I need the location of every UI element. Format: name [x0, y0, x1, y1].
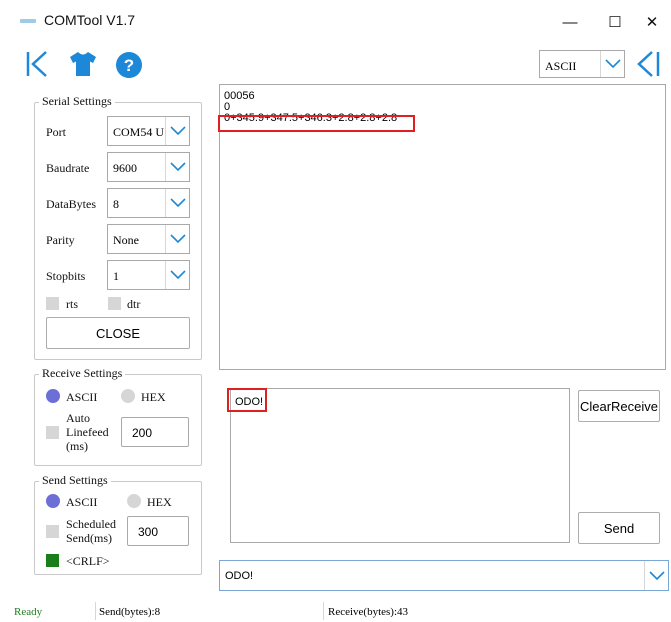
receive-ascii-radio[interactable] — [46, 389, 60, 403]
port-value: COM54 U — [113, 125, 165, 139]
skin-shirt-icon[interactable] — [68, 50, 98, 78]
databytes-select[interactable]: 8 — [107, 188, 190, 218]
chevron-down-icon — [165, 117, 189, 145]
dtr-label: dtr — [127, 297, 141, 311]
receive-ascii-label: ASCII — [66, 390, 98, 404]
autolinefeed-label-3: (ms) — [66, 439, 88, 453]
dtr-checkbox[interactable] — [108, 297, 121, 310]
collapse-right-icon[interactable] — [634, 48, 662, 80]
receive-line: 00056 — [224, 90, 255, 102]
autolinefeed-label-2: Linefeed — [66, 425, 109, 439]
status-ready: Ready — [14, 606, 43, 618]
databytes-value: 8 — [113, 197, 119, 211]
encoding-select[interactable]: ASCII — [539, 50, 625, 78]
window-title: COMTool V1.7 — [44, 12, 136, 28]
chevron-down-icon — [165, 261, 189, 289]
port-select[interactable]: COM54 U — [107, 116, 190, 146]
scheduled-interval-input[interactable]: 300 — [127, 516, 189, 546]
autolinefeed-value: 200 — [132, 426, 153, 440]
stopbits-value: 1 — [113, 269, 119, 283]
scheduled-label-1: Scheduled — [66, 517, 116, 531]
rts-label: rts — [66, 297, 78, 311]
scheduled-interval-value: 300 — [138, 525, 159, 539]
port-label: Port — [46, 125, 67, 139]
receive-settings-title: Receive Settings — [39, 366, 126, 381]
app-logo-icon — [20, 19, 36, 23]
status-divider — [95, 602, 96, 620]
send-button[interactable]: Send — [578, 512, 660, 544]
collapse-left-icon[interactable] — [24, 48, 52, 80]
close-window-button[interactable]: ✕ — [630, 8, 671, 36]
status-divider — [323, 602, 324, 620]
chevron-down-icon — [600, 51, 624, 77]
chevron-down-icon — [165, 153, 189, 181]
send-hex-radio[interactable] — [127, 494, 141, 508]
rts-checkbox[interactable] — [46, 297, 59, 310]
scheduled-label-2: Send(ms) — [66, 531, 112, 545]
status-sent-bytes: Send(bytes):8 — [99, 606, 161, 618]
autolinefeed-label-1: Auto — [66, 411, 90, 425]
crlf-checkbox[interactable] — [46, 554, 59, 567]
parity-label: Parity — [46, 233, 75, 247]
chevron-down-icon — [165, 225, 189, 253]
send-highlight-box — [227, 388, 267, 412]
send-ascii-radio[interactable] — [46, 494, 60, 508]
help-icon[interactable]: ? — [114, 50, 144, 80]
encoding-value: ASCII — [545, 59, 577, 73]
autolinefeed-checkbox[interactable] — [46, 426, 59, 439]
send-history-value: ODO! — [225, 570, 254, 582]
baudrate-value: 9600 — [113, 161, 137, 175]
receive-highlight-box — [218, 115, 415, 132]
autolinefeed-input[interactable]: 200 — [121, 417, 189, 447]
minimize-button[interactable]: — — [548, 8, 592, 36]
send-hex-label: HEX — [147, 495, 172, 509]
parity-select[interactable]: None — [107, 224, 190, 254]
svg-text:?: ? — [124, 56, 134, 75]
crlf-label: <CRLF> — [66, 554, 110, 568]
baudrate-select[interactable]: 9600 — [107, 152, 190, 182]
clear-receive-button[interactable]: ClearReceive — [578, 390, 660, 422]
chevron-down-icon — [644, 561, 668, 590]
receive-hex-label: HEX — [141, 390, 166, 404]
stopbits-select[interactable]: 1 — [107, 260, 190, 290]
baudrate-label: Baudrate — [46, 161, 90, 175]
send-history-select[interactable]: ODO! — [219, 560, 669, 591]
parity-value: None — [113, 233, 139, 247]
send-textarea[interactable] — [230, 388, 570, 543]
serial-settings-title: Serial Settings — [39, 94, 115, 109]
receive-hex-radio[interactable] — [121, 389, 135, 403]
scheduled-send-checkbox[interactable] — [46, 525, 59, 538]
send-ascii-label: ASCII — [66, 495, 98, 509]
databytes-label: DataBytes — [46, 197, 96, 211]
send-settings-title: Send Settings — [39, 473, 111, 488]
close-port-button[interactable]: CLOSE — [46, 317, 190, 349]
chevron-down-icon — [165, 189, 189, 217]
stopbits-label: Stopbits — [46, 269, 86, 283]
status-received-bytes: Receive(bytes):43 — [328, 606, 409, 618]
